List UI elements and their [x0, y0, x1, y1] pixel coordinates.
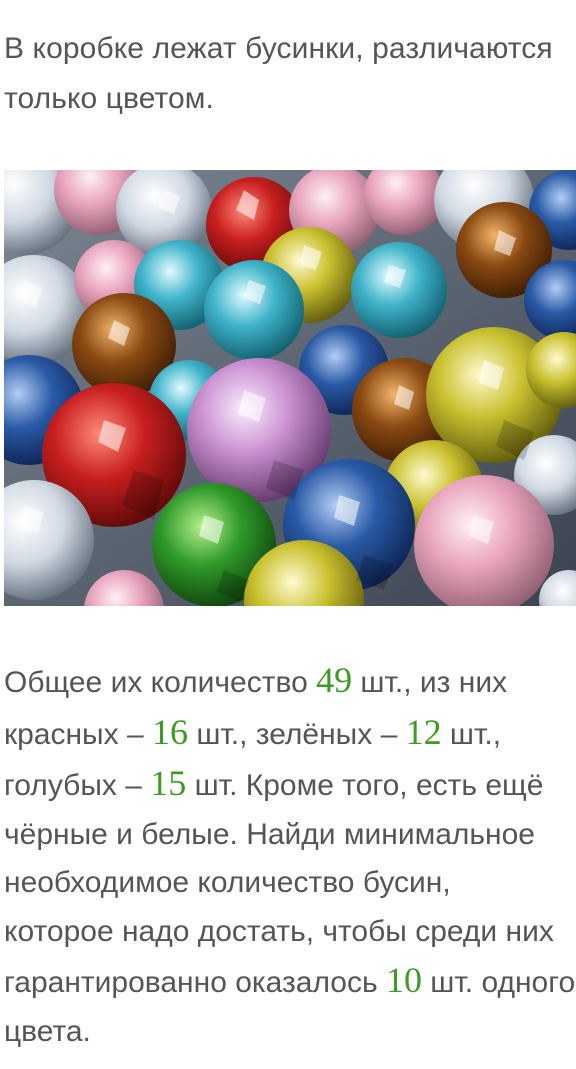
problem-line-4: чёрные и белые. Найди минимальное — [4, 817, 535, 851]
blue-count: 15 — [150, 763, 187, 803]
problem-page: В коробке лежат бусинки, различаются тол… — [0, 0, 576, 1069]
text-segment: шт. одного — [421, 966, 576, 999]
problem-line-5: необходимое количество бусин, — [4, 866, 451, 899]
target-count: 10 — [385, 960, 422, 1000]
text-segment: голубых – — [4, 769, 151, 802]
problem-line-3: голубых – 15 шт. Кроме того, есть ещё — [4, 759, 576, 811]
text-segment: шт., — [441, 717, 502, 751]
text-segment: шт., из них — [352, 666, 508, 699]
intro-text: В коробке лежат бусинки, различаются тол… — [4, 24, 576, 124]
red-count: 16 — [151, 711, 188, 752]
green-count: 12 — [405, 711, 442, 752]
problem-line-1: Общее их количество 49 шт., из них — [4, 656, 576, 708]
text-segment: Общее их количество — [4, 666, 317, 699]
text-segment: красных – — [4, 717, 152, 751]
problem-line-7: гарантированно оказалось 10 шт. одного — [4, 956, 576, 1008]
text-segment: гарантированно оказалось — [4, 966, 386, 999]
crystal-beads-photo — [4, 170, 576, 606]
intro-line-1: В коробке лежат бусинки, различаются — [4, 32, 553, 65]
intro-line-2: только цветом. — [4, 82, 214, 115]
problem-line-6: которое надо достать, чтобы среди них — [4, 914, 554, 948]
total-count: 49 — [316, 660, 353, 700]
text-segment: шт. Кроме того, есть ещё — [186, 769, 544, 802]
text-segment: шт., зелёных – — [187, 717, 406, 751]
problem-text: Общее их количество 49 шт., из них красн… — [4, 656, 576, 1056]
problem-line-2: красных – 16 шт., зелёных – 12 шт., — [4, 708, 576, 760]
problem-line-8: цвета. — [4, 1014, 91, 1048]
